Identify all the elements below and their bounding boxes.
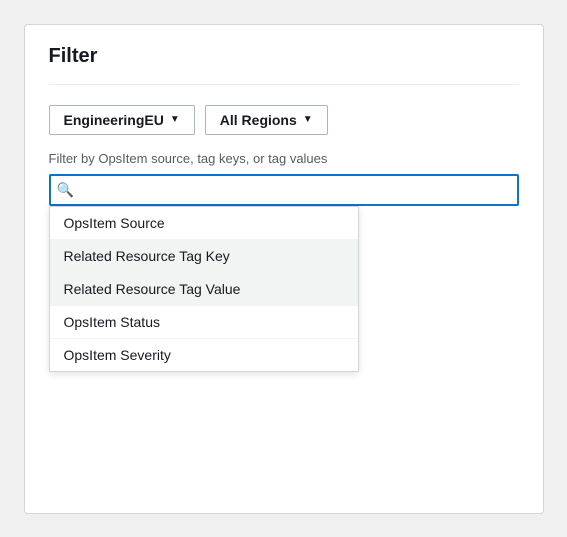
filter-description: Filter by OpsItem source, tag keys, or t…: [49, 151, 519, 166]
engineering-eu-label: EngineeringEU: [64, 112, 164, 128]
dropdown-item-opsitem-status[interactable]: OpsItem Status: [50, 306, 358, 339]
dropdown-item-related-resource-tag-key[interactable]: Related Resource Tag Key: [50, 240, 358, 273]
filter-buttons-row: EngineeringEU ▼ All Regions ▼: [49, 105, 519, 135]
all-regions-label: All Regions: [220, 112, 297, 128]
search-input[interactable]: [49, 174, 519, 206]
filter-panel: Filter EngineeringEU ▼ All Regions ▼ Fil…: [24, 24, 544, 514]
chevron-down-icon: ▼: [303, 114, 313, 125]
chevron-down-icon: ▼: [170, 114, 180, 125]
search-container: 🔍 OpsItem Source Related Resource Tag Ke…: [49, 174, 519, 206]
dropdown-item-opsitem-source[interactable]: OpsItem Source: [50, 207, 358, 240]
dropdown-list: OpsItem Source Related Resource Tag Key …: [49, 206, 359, 372]
dropdown-item-related-resource-tag-value[interactable]: Related Resource Tag Value: [50, 273, 358, 306]
dropdown-item-opsitem-severity[interactable]: OpsItem Severity: [50, 339, 358, 371]
all-regions-button[interactable]: All Regions ▼: [205, 105, 328, 135]
engineering-eu-button[interactable]: EngineeringEU ▼: [49, 105, 195, 135]
panel-title: Filter: [49, 45, 519, 85]
